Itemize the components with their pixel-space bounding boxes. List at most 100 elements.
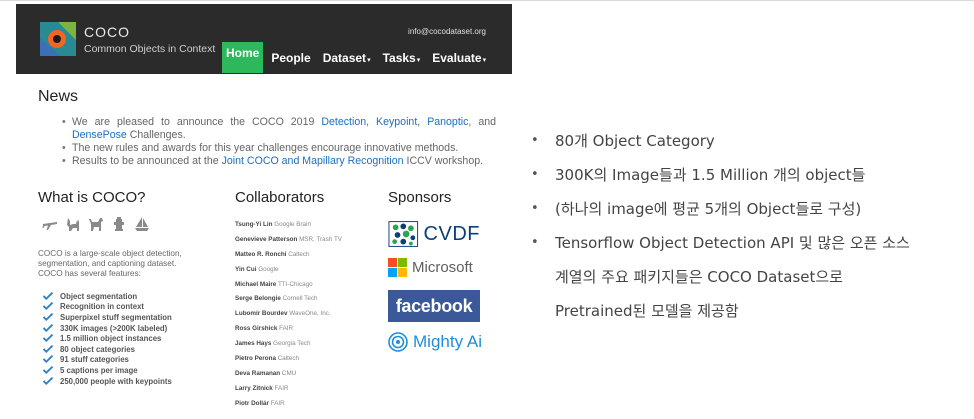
cvdf-emblem-icon [388, 221, 419, 247]
slide-bullet-text: 300K의 Image들과 1.5 Million 개의 object들 [555, 166, 866, 184]
feature-item: Recognition in context [42, 302, 172, 313]
contact-email-link[interactable]: info@cocodataset.org [408, 27, 486, 36]
keypoint-link[interactable]: Keypoint [376, 116, 417, 128]
collaborator-name: Ross Girshick [235, 325, 278, 333]
caret-down-icon: ▾ [482, 56, 487, 64]
top-divider [0, 0, 974, 1]
collaborator-item: Piotr Dollár FAIR [235, 400, 342, 414]
feature-list: Object segmentation Recognition in contex… [42, 291, 172, 386]
news-item: The new rules and awards for this year c… [62, 142, 496, 155]
sailboat-icon [135, 217, 149, 231]
news-item1-suffix: Challenges. [129, 129, 186, 141]
collaborator-item: James Hays Georgia Tech [235, 340, 342, 355]
detection-link[interactable]: Detection [321, 116, 366, 128]
checkmark-icon [42, 355, 54, 364]
caret-down-icon: ▾ [416, 56, 421, 64]
caret-down-icon: ▾ [367, 56, 371, 64]
feature-item: 250,000 people with keypoints [42, 376, 172, 387]
collaborator-affiliation: Caltech [277, 355, 300, 363]
brand-title: COCO [84, 24, 130, 40]
sponsors-heading: Sponsors [388, 189, 452, 206]
sponsor-facebook-logo[interactable]: facebook [388, 290, 480, 322]
collaborator-affiliation: Georgia Tech [273, 340, 311, 348]
bullet-dot-icon: • [531, 167, 539, 182]
feature-item: Superpixel stuff segmentation [42, 312, 172, 323]
collaborator-affiliation: FAIR [279, 325, 294, 333]
checkmark-icon [42, 291, 54, 300]
news-item3-prefix: Results to be announced at the [72, 155, 219, 167]
mighty-ai-wordmark: Mighty Ai [413, 332, 482, 351]
feature-label: 5 captions per image [60, 365, 138, 375]
densepose-link[interactable]: DensePose [72, 129, 127, 141]
microsoft-windows-icon [388, 258, 407, 277]
category-icons [42, 216, 150, 232]
collaborator-item: Ross Girshick FAIR [235, 325, 342, 340]
feature-item: Object segmentation [42, 291, 172, 302]
news-item2-text: The new rules and awards for this year c… [72, 142, 459, 154]
collaborator-name: Michael Maire [235, 280, 277, 288]
slide-bullet-continuation: Pretrained된 모델을 제공함 [555, 302, 739, 320]
dog-icon [89, 218, 103, 231]
sponsor-mighty-ai-logo[interactable]: Mighty Ai [388, 332, 482, 352]
collaborators-heading: Collaborators [235, 189, 325, 206]
checkmark-icon [42, 334, 54, 343]
collaborator-affiliation: Caltech [288, 250, 310, 258]
collaborator-name: Pietro Perona [235, 355, 276, 363]
collaborator-name: Matteo R. Ronchi [235, 250, 287, 258]
feature-label: 250,000 people with keypoints [60, 376, 172, 386]
collaborator-affiliation: FAIR [274, 384, 289, 392]
sponsor-microsoft-logo[interactable]: Microsoft [388, 258, 473, 277]
fire-hydrant-icon [114, 217, 124, 231]
slide-bullet: • 300K의 Image들과 1.5 Million 개의 object들 [531, 158, 971, 192]
collaborator-affiliation: Cornell Tech [282, 295, 318, 303]
nav-evaluate[interactable]: Evaluate▾ [428, 51, 490, 65]
collaborator-item: Deva Ramanan CMU [235, 370, 342, 385]
collaborator-affiliation: MSR, Trash TV [299, 235, 342, 243]
airplane-icon [42, 222, 57, 230]
feature-label: 330K images (>200K labeled) [60, 323, 168, 333]
collaborator-name: Piotr Dollár [235, 399, 269, 407]
feature-label: Object segmentation [60, 291, 138, 301]
collaborator-item: Matteo R. Ronchi Caltech [235, 251, 342, 266]
collaborator-affiliation: Google [258, 265, 279, 273]
sponsor-cvdf-logo[interactable]: CVDF [388, 218, 480, 250]
nav-dataset[interactable]: Dataset▾ [319, 51, 375, 65]
nav-dataset-label: Dataset [322, 50, 367, 65]
collaborator-name: Serge Belongie [235, 295, 281, 303]
collaborator-list: Tsung-Yi Lin Google Brain Genevieve Patte… [235, 221, 342, 414]
collaborator-name: Deva Ramanan [235, 369, 281, 377]
panoptic-link[interactable]: Panoptic [427, 116, 468, 128]
what-is-coco-description: COCO is a large-scale object detection, … [38, 249, 182, 278]
nav-people[interactable]: People [267, 51, 314, 65]
collaborator-item: Larry Zitnick FAIR [235, 385, 342, 400]
slide-bullet-text: Tensorflow Object Detection API 및 많은 오픈 … [555, 234, 910, 252]
news-heading: News [38, 88, 79, 105]
nav-tasks[interactable]: Tasks▾ [379, 51, 425, 65]
main-nav: Home People Dataset▾ Tasks▾ Evaluate▾ [222, 42, 494, 73]
news-list: We are pleased to announce the COCO 2019… [62, 116, 497, 168]
what-is-coco-heading: What is COCO? [38, 189, 146, 206]
news-item1-and: and [478, 116, 497, 128]
nav-home-label: Home [226, 46, 260, 60]
checkmark-icon [42, 323, 54, 332]
slide-bullet: • Tensorflow Object Detection API 및 많은 오픈… [531, 226, 971, 260]
news-item: Results to be announced at the Joint COC… [62, 155, 496, 168]
nav-tasks-label: Tasks [382, 50, 416, 65]
collaborator-item: Pietro Perona Caltech [235, 355, 342, 370]
feature-item: 1.5 million object instances [42, 333, 172, 344]
collaborator-name: James Hays [235, 340, 272, 348]
joint-workshop-link[interactable]: Joint COCO and Mapillary Recognition [222, 155, 404, 167]
feature-label: Superpixel stuff segmentation [60, 312, 172, 322]
brand-subtitle: Common Objects in Context [84, 43, 216, 55]
feature-label: Recognition in context [60, 302, 145, 312]
checkmark-icon [42, 344, 54, 353]
navbar: COCO Common Objects in Context info@coco… [16, 4, 512, 74]
collaborator-affiliation: WaveOne, Inc. [289, 310, 331, 318]
coco-logo-icon [40, 22, 76, 56]
checkmark-icon [42, 302, 54, 311]
nav-home[interactable]: Home [222, 42, 264, 73]
slide-bullet: • 80개 Object Category [531, 124, 971, 158]
feature-label: 80 object categories [60, 344, 135, 354]
cat-icon [67, 218, 79, 231]
collaborator-item: Genevieve Patterson MSR, Trash TV [235, 236, 342, 251]
